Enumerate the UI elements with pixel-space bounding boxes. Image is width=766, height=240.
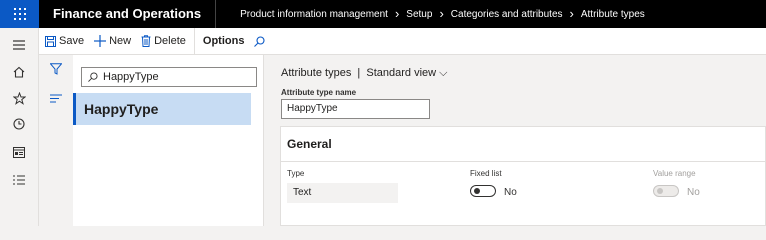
delete-button[interactable]: Delete [141, 28, 186, 55]
waffle-icon [13, 8, 26, 20]
options-label: Options [202, 35, 245, 47]
new-button[interactable]: New [94, 28, 131, 55]
app-launcher-button[interactable] [0, 0, 39, 28]
options-tab[interactable]: Options [193, 27, 245, 55]
plus-icon [94, 35, 107, 47]
general-header[interactable]: General [281, 127, 765, 162]
chevron-down-icon: ⌵ [439, 67, 448, 79]
new-label: New [109, 35, 132, 47]
toggle-knob [657, 188, 663, 194]
list-pane: HappyType HappyType [73, 55, 264, 226]
workspace-icon[interactable] [10, 143, 28, 161]
list-item-label: HappyType [84, 101, 159, 117]
delete-label: Delete [154, 35, 186, 47]
breadcrumb-item[interactable]: Setup [406, 9, 432, 20]
save-icon [45, 35, 56, 47]
trash-icon [141, 35, 151, 47]
home-icon[interactable] [10, 63, 28, 81]
search-icon [88, 72, 98, 82]
star-icon[interactable] [10, 89, 28, 107]
toggle-knob [474, 188, 480, 194]
type-field[interactable]: Text [287, 183, 398, 203]
save-button[interactable]: Save [45, 28, 84, 55]
list-item[interactable]: HappyType [73, 93, 251, 125]
left-nav [0, 28, 39, 226]
attribute-type-name-field[interactable]: HappyType [281, 99, 430, 119]
type-label: Type [287, 169, 305, 178]
filter-icon[interactable] [49, 63, 63, 78]
clock-icon[interactable] [10, 115, 28, 133]
chevron-right-icon: › [569, 6, 574, 21]
general-card: General Type Text Fixed list No Value ra… [280, 126, 766, 226]
search-input[interactable]: HappyType [81, 67, 257, 87]
fixed-list-toggle[interactable] [470, 185, 496, 197]
breadcrumb: Product information management › Setup ›… [216, 6, 645, 21]
general-title: General [287, 137, 332, 151]
value-range-toggle [653, 185, 679, 197]
value-range-value: No [687, 187, 700, 198]
app-title[interactable]: Finance and Operations [39, 0, 217, 28]
breadcrumb-item[interactable]: Product information management [240, 9, 388, 20]
hamburger-icon[interactable] [10, 36, 28, 54]
view-title-text: Attribute types | Standard view [281, 67, 437, 79]
list-view-icon[interactable] [50, 92, 62, 106]
search-actions-button[interactable] [254, 28, 266, 55]
detail-pane: Attribute types | Standard view ⌵ Attrib… [264, 55, 766, 226]
breadcrumb-item[interactable]: Categories and attributes [451, 9, 563, 20]
top-bar: Finance and Operations Product informati… [0, 0, 766, 28]
fixed-list-value: No [504, 187, 517, 198]
chevron-right-icon: › [439, 6, 444, 21]
fixed-list-label: Fixed list [470, 169, 502, 178]
search-icon [254, 35, 266, 47]
search-value: HappyType [103, 71, 159, 83]
attribute-type-name-label: Attribute type name [281, 88, 357, 97]
breadcrumb-item[interactable]: Attribute types [581, 9, 645, 20]
chevron-right-icon: › [394, 6, 400, 21]
action-bar: Save New Delete Options [39, 27, 766, 55]
list-icon[interactable] [10, 171, 28, 189]
view-title[interactable]: Attribute types | Standard view ⌵ [281, 67, 448, 80]
filter-pane [39, 55, 73, 226]
value-range-label: Value range [653, 169, 696, 178]
save-label: Save [59, 35, 85, 47]
